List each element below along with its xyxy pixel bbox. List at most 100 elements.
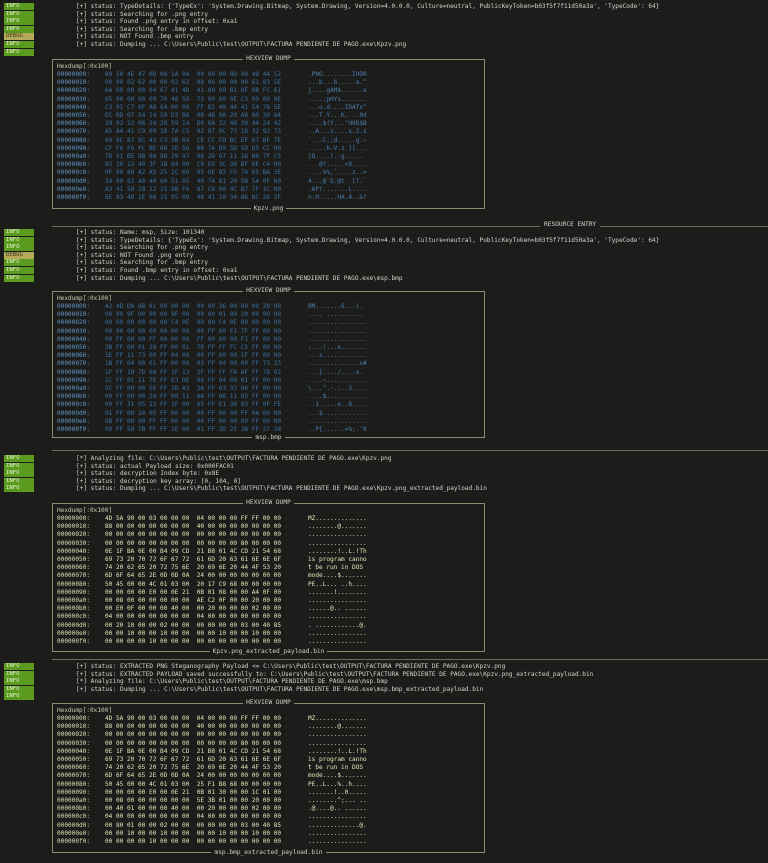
hex-ascii: ................ [308,327,367,335]
hex-offset: 00000010: [57,723,91,731]
hex-offset: 000000a0: [57,797,91,804]
hexdump-row: 000000f0: 00 00 00 00 10 00 00 00 00 00 0… [57,638,367,646]
log-level-badge: INFO [4,470,34,478]
hex-offset: 00000040: [57,103,91,111]
hexview-title-text: HEXVIEW DUMP [243,287,294,294]
hex-ascii: ................ [308,417,367,425]
hex-bytes: 00 FF 00 00 FF 00 00 00 FF 00 00 00 F1 F… [105,335,282,343]
hex-ascii: PE..L... ..h.... [308,580,367,588]
hexdump-row: 00000040: 00 FF 00 00 FF 00 00 00 FF 00 0… [57,336,367,344]
hex-ascii: .... .......... [308,311,364,319]
hex-bytes: 00 00 00 00 00 00 00 00 00 00 00 00 00 0… [105,731,282,739]
hexdump-row: 00000030: 00 00 00 00 00 00 00 00 00 00 0… [57,740,367,748]
hex-offset: 00000060: [57,564,91,572]
log-level-badge: DEBUG [4,33,34,41]
hex-offset: 00000000: [57,303,91,310]
hex-ascii: is program canno [308,756,367,763]
hex-offset: 00000050: [57,112,91,119]
hex-bytes: 00 FF 00 00 24 FF 00 11 A4 FF 06 11 05 F… [105,393,282,401]
hexdump-row: 000000d0: 00 20 10 00 00 02 00 00 00 00 0… [57,622,367,630]
hexdump-row: 00000040: 0E 1F BA 0E 00 B4 09 CD 21 B8 0… [57,548,367,556]
hex-ascii: t be run in DOS [308,764,367,772]
log-line: [+] status: TypeDetails: {'TypeEx': 'Sys… [76,3,660,10]
hex-bytes: 69 73 20 70 72 6F 67 72 61 6D 20 63 61 6… [105,756,282,763]
hexdump-row: 000000f0: 00 00 00 00 10 00 00 00 00 00 0… [57,838,367,846]
hex-bytes: 6D 6F 64 65 2E 0D 0D 0A 24 00 00 00 00 0… [105,572,282,580]
log-line: [+] status: Dumping ... C:\Users\Public\… [76,41,407,48]
hexdump-row: 00000090: CF F6 F6 FC BE 6B 2D 56 BB 7A D… [57,145,367,153]
hexview-footer: Kpzv.png_extracted_payload.bin [53,648,484,656]
hex-ascii: ........@....... [308,523,367,531]
hex-bytes: 00 00 00 00 00 00 C4 0E 00 00 C4 0E 00 0… [105,319,282,327]
hexdump-row: 00000090: 00 00 00 00 E0 00 0E 21 0B 01 0… [57,589,367,597]
hex-bytes: 60 9C 87 9C 43 C3 3B 64 CE CC FD BC EF 6… [105,136,282,144]
hexdump-row: 000000c0: 04 00 00 00 00 00 00 00 04 00 0… [57,613,367,621]
log-level-badge: INFO [4,462,34,470]
hex-ascii: ................ [308,731,367,739]
hex-offset: 000000a0: [57,597,91,604]
hex-bytes: 00 E0 0F 00 00 00 40 00 00 20 00 00 00 0… [105,605,282,613]
section-separator [52,226,768,227]
hex-offset: 00000090: [57,376,91,384]
hex-ascii: `...C.;d.....g.~ [308,136,367,144]
hex-offset: 00000050: [57,756,91,763]
hexview-dump-panel: HEXVIEW DUMP Hexdump[:0x100] 00000000: 89 5… [52,55,485,212]
hexdump-row: 000000e0: 0B FF 00 00 FF FF 00 00 06 FF 0… [57,418,367,426]
hexdump-row: 000000b0: 00 FF 00 00 24 FF 00 11 A4 FF 0… [57,393,367,401]
hex-ascii: MZ.............. [308,515,367,522]
log-level-badge: INFO [4,485,34,493]
hexdump-row: 000000d0: 00 80 01 00 00 02 00 00 00 00 0… [57,822,367,830]
hex-ascii: ..A...z....s.2.s [308,128,367,136]
hex-offset: 000000f0: [57,638,91,645]
hex-bytes: 00 00 00 00 00 00 00 00 00 00 00 00 80 0… [105,539,282,547]
hex-ascii: ........@....... [308,723,367,731]
hexdump-row: 00000010: B8 00 00 00 00 00 00 00 40 00 0… [57,523,367,531]
log-level-badge: DEBUG [4,251,34,259]
log-line: [+] status: decryption Index byte: 0x8E [76,470,220,478]
hex-offset: 000000e0: [57,629,91,637]
log-line: [+] status: EXTRACTED PNG Steganography … [76,663,506,670]
hexview-filename: msp.bmp [252,434,285,441]
hex-bytes: 5C FF 00 00 5E FF 2D A3 3A FF 03 33 06 F… [105,385,282,392]
hexdump-row: 000000a0: 5C FF 00 00 5E FF 2D A3 3A FF 0… [57,385,367,393]
hex-bytes: 00 00 00 00 00 00 00 00 00 FF 00 E1 7F F… [105,327,282,335]
hex-bytes: 05 00 00 00 09 70 48 59 73 00 00 0E C3 0… [105,95,282,103]
hex-ascii: ................ [308,539,367,547]
log-line: [+] status: Dumping ... C:\Users\Public\… [76,274,403,282]
hexdump-row: 00000080: 50 45 00 00 4C 01 03 00 25 F1 B… [57,781,367,789]
hexdump-row: 00000040: 0E 1F BA 0E 00 B4 09 CD 21 B8 0… [57,748,367,756]
hex-ascii: . ............@. [308,621,367,629]
hexdump-row: 000000e0: 00 00 10 00 00 10 00 00 00 00 1… [57,629,367,638]
hex-offset: 00000060: [57,120,91,128]
hex-bytes: CF F6 F6 FC BE 6B 2D 56 BB 7A D9 5D 5D D… [105,144,282,152]
hexdump-row: 000000b0: 00 E0 0F 00 00 00 40 00 00 20 0… [57,605,367,613]
hexdump-row: 000000b0: 00 40 01 00 00 00 40 00 00 20 0… [57,805,367,813]
hex-bytes: 69 73 20 70 72 6F 67 72 61 6D 20 63 61 6… [105,556,282,563]
hex-ascii: .PNG........IHDR [308,71,367,78]
hexdump-row: 00000020: 6A 00 00 00 04 67 41 4D 41 00 0… [57,87,367,95]
hex-bytes: 00 00 00 00 10 00 00 00 00 00 00 00 00 0… [105,838,282,845]
hex-bytes: 00 00 10 00 00 10 00 00 00 00 10 00 00 1… [105,829,282,837]
hexdump-row: 000000a0: 00 08 00 00 00 00 00 00 5E 3B 0… [57,797,367,805]
hexview-filename: Kpzv.png [250,205,287,212]
hexdump-row: 00000050: 69 73 20 70 72 6F 67 72 61 6D 2… [57,756,367,764]
hex-bytes: 19 92 12 06 24 28 59 14 D0 8A 22 48 30 4… [105,120,282,128]
hex-ascii: BM.......6...(. [308,303,364,310]
hex-offset: 000000a0: [57,385,91,392]
hexview-footer: Kpzv.png [53,205,484,213]
hex-ascii: ......@.. ...... [308,605,367,613]
hex-ascii: ................ [308,829,367,837]
hexview-dump-panel: HEXVIEW DUMP Hexdump[:0x100] 00000000: 4D 5… [52,499,485,655]
hexdump-row: 00000010: 00 00 02 62 00 00 02 62 08 06 0… [57,79,367,87]
hex-bytes: 1C FF 01 11 7E FF E3 DE 06 FF 04 00 01 F… [105,376,282,384]
log-line: [+] status: actual Payload size: 0x000FA… [76,462,234,470]
section-separator [52,450,768,451]
hexdump-header: Hexdump[:0x100] [57,295,113,302]
log-line: [+] status: Name: msp, Size: 101340 [76,229,205,236]
hexdump-row: 00000080: 1F FF 10 7D 0A FF 1F 13 2F FF F… [57,369,363,377]
hex-ascii: .....k-V.z.]]... [308,144,367,152]
hex-offset: 00000000: [57,71,91,78]
log-level-badge: INFO [4,10,34,18]
hex-ascii: ................ [308,613,367,621]
log-line: [+] status: TypeDetails: {'TypeEx': 'Sys… [76,236,660,244]
